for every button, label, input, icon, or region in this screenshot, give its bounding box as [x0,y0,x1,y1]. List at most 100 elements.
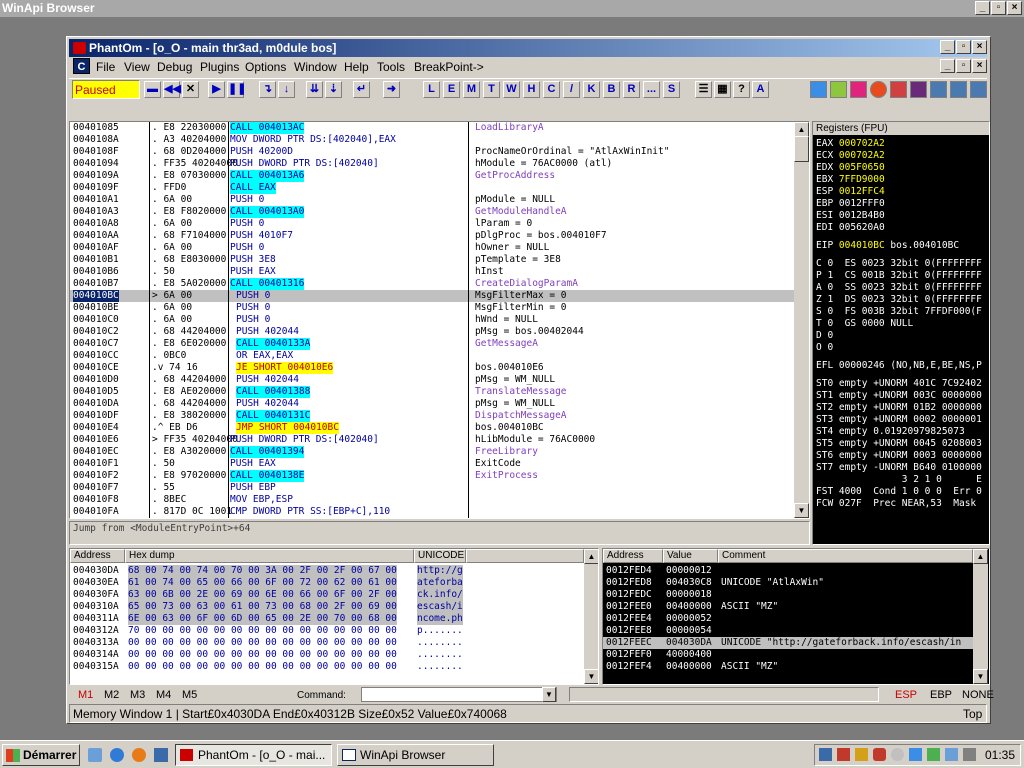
a-plugin-icon[interactable] [850,81,867,98]
disasm-row[interactable]: 004010C2 . 68 44204000 PUSH 402044 pMsg = b… [70,326,796,338]
tray-icon-3[interactable] [855,748,868,761]
task-winapi[interactable]: WinApi Browser [337,744,494,766]
tool-m[interactable]: M [463,81,480,98]
disasm-row[interactable]: 004010FA . 817D 0C 1001 CMP DWORD PTR SS:[… [70,506,796,518]
execute-till-return-icon[interactable]: ↵ [353,81,370,98]
grid-icon[interactable]: ▦ [714,81,731,98]
fpu-row[interactable]: ST6 empty +UNORM 0003 0000000 [816,450,982,462]
dump-header-unicode[interactable]: UNICODE [414,549,466,563]
volume-icon[interactable] [963,748,976,761]
flag-row[interactable]: S 0 FS 003B 32bit 7FFDF000(F [816,306,982,318]
disasm-row[interactable]: 004010F1 . 50 PUSH EAX ExitCode [70,458,796,470]
ie-icon[interactable] [110,748,124,762]
dump-row[interactable]: 0040313A 00 00 00 00 00 00 00 00 00 00 00… [70,637,598,649]
menu-file[interactable]: File [96,60,115,74]
settings-plugin-icon[interactable] [910,81,927,98]
stack-pane[interactable]: Address Value Comment 0012FED4 00000012 00… [602,548,990,685]
flag-row[interactable]: C 0 ES 0023 32bit 0(FFFFFFFF [816,258,982,270]
tool-s[interactable]: S [663,81,680,98]
menu-view[interactable]: View [124,60,150,74]
flag-row[interactable]: A 0 SS 0023 32bit 0(FFFFFFFF [816,282,982,294]
network-icon[interactable] [945,748,958,761]
none-tab[interactable]: NONE [962,689,994,701]
fpu-row[interactable]: ST5 empty +UNORM 0045 0208003 [816,438,982,450]
menu-options[interactable]: Options [245,60,286,74]
fpu-row[interactable]: ST3 empty +UNORM 0002 0000001 [816,414,982,426]
dump-row[interactable]: 0040312A 70 00 00 00 00 00 00 00 00 00 00… [70,625,598,637]
outer-close-button[interactable]: × [1007,1,1022,15]
disasm-row[interactable]: 004010D5 . E8 AE020000 CALL 00401388 Transl… [70,386,796,398]
window-icon-2[interactable] [950,81,967,98]
command-input[interactable]: ▼ [361,687,557,702]
tool-slash[interactable]: / [563,81,580,98]
disasm-row[interactable]: 004010D0 . 68 44204000 PUSH 402044 pMsg = W… [70,374,796,386]
menu-window[interactable]: Window [294,60,337,74]
mem-tab-m1[interactable]: M1 [78,689,93,701]
stack-header-comment[interactable]: Comment [718,549,973,563]
close-debug-icon[interactable]: ✕ [182,81,199,98]
tool-l[interactable]: L [423,81,440,98]
fpu-row[interactable]: ST7 empty -UNORM B640 0100000 [816,462,982,474]
register-row[interactable]: EDI 005620A0 [816,222,890,234]
disasm-row[interactable]: 004010AF . 6A 00 PUSH 0 hOwner = NULL [70,242,796,254]
tray-icon-2[interactable] [837,748,850,761]
quicklaunch-icon-4[interactable] [154,748,168,762]
task-phantom[interactable]: PhantOm - [o_O - mai... [175,744,332,766]
disasm-row[interactable]: 004010C0 . 6A 00 PUSH 0 hWnd = NULL [70,314,796,326]
step-into-icon[interactable]: ↴ [259,81,276,98]
disasm-row[interactable]: 004010DA . 68 44204000 PUSH 402044 pMsg = W… [70,398,796,410]
tool-b[interactable]: B [603,81,620,98]
fpu-row[interactable]: ST4 empty 0.01920979825073 [816,426,965,438]
quicklaunch-icon-1[interactable] [88,748,102,762]
tool-t[interactable]: T [483,81,500,98]
command-dropdown-icon[interactable]: ▼ [542,687,556,702]
esp-tab[interactable]: ESP [895,689,917,701]
tool-e[interactable]: E [443,81,460,98]
disasm-row[interactable]: 004010B7 . E8 5A020000 CALL 00401316 Create… [70,278,796,290]
outer-minimize-button[interactable]: _ [975,1,990,15]
register-row[interactable]: EIP 004010BC bos.004010BC [816,240,959,252]
tray-icon-6[interactable] [909,748,922,761]
stack-row[interactable]: 0012FED8 004030C8 UNICODE "AtlAxWin" [603,577,973,589]
dump-row[interactable]: 0040311A 6E 00 63 00 6F 00 6D 00 65 00 2E… [70,613,598,625]
mem-tab-m4[interactable]: M4 [156,689,171,701]
flag-row[interactable]: O 0 [816,342,833,354]
register-row[interactable]: EBX 7FFD9000 [816,174,890,186]
disasm-row[interactable]: 004010B6 . 50 PUSH EAX hInst [70,266,796,278]
cpu-window-icon[interactable]: C [73,58,90,74]
fpu-row[interactable]: ST0 empty +UNORM 401C 7C92402 [816,378,982,390]
register-row[interactable]: ESI 0012B4B0 [816,210,890,222]
child-minimize-button[interactable]: _ [940,59,955,73]
disasm-row[interactable]: 004010CE .v 74 16 JE SHORT 004010E6 bos.004… [70,362,796,374]
dump-row[interactable]: 004030EA 61 00 74 00 65 00 66 00 6F 00 72… [70,577,598,589]
disasm-row[interactable]: 004010E6 > FF35 40204000 PUSH DWORD PTR DS… [70,434,796,446]
dump-row[interactable]: 004030FA 63 00 6B 00 2E 00 69 00 6E 00 66… [70,589,598,601]
dump-row[interactable]: 004030DA 68 00 74 00 74 00 70 00 3A 00 2F… [70,565,598,577]
window-icon-3[interactable] [970,81,987,98]
goto-icon[interactable]: ➜ [383,81,400,98]
dump-scrollbar[interactable]: ▲ ▼ [584,549,598,684]
stack-row[interactable]: 0012FEDC 00000018 [603,589,973,601]
disasm-row[interactable]: 004010B1 . 68 E8030000 PUSH 3E8 pTemplate =… [70,254,796,266]
tool-c[interactable]: C [543,81,560,98]
step-over-icon[interactable]: ↓ [278,81,295,98]
flag-row[interactable]: T 0 GS 0000 NULL [816,318,913,330]
run-icon[interactable]: ▶ [208,81,225,98]
disassembly-scrollbar[interactable]: ▲ ▼ [794,122,809,518]
disasm-row[interactable]: 0040108A . A3 40204000 MOV DWORD PTR DS:[4… [70,134,796,146]
register-row[interactable]: ECX 000702A2 [816,150,890,162]
outer-maximize-button[interactable]: ▫ [991,1,1006,15]
stack-row[interactable]: 0012FEE0 00400000 ASCII "MZ" [603,601,973,613]
disasm-row[interactable]: 004010A3 . E8 F8020000 CALL 004013A0 GetMod… [70,206,796,218]
menu-help[interactable]: Help [344,60,369,74]
menu-tools[interactable]: Tools [377,60,405,74]
stack-header-address[interactable]: Address [603,549,663,563]
dump-header-address[interactable]: Address [70,549,125,563]
plugin-icon[interactable] [830,81,847,98]
stack-row[interactable]: 0012FED4 00000012 [603,565,973,577]
disasm-row[interactable]: 004010A8 . 6A 00 PUSH 0 lParam = 0 [70,218,796,230]
disasm-row[interactable]: 004010DF . E8 38020000 CALL 0040131C Dispat… [70,410,796,422]
disasm-row[interactable]: 004010BE . 6A 00 PUSH 0 MsgFilterMin = 0 [70,302,796,314]
stack-scrollbar[interactable]: ▲ ▼ [973,549,988,684]
register-row[interactable]: EAX 000702A2 [816,138,890,150]
